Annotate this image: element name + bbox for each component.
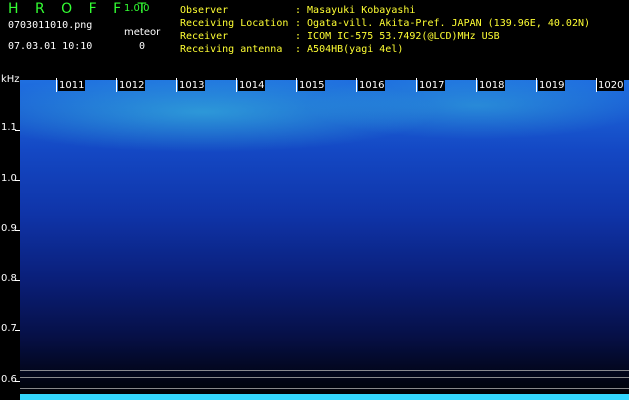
info-row-observer: Observer : Masayuki Kobayashi: [180, 4, 590, 17]
reference-line: [20, 370, 629, 371]
x-tick: [176, 78, 177, 92]
x-tick: [416, 78, 417, 92]
y-tick-label: 0.7: [1, 323, 17, 334]
x-tick-label: 1018: [478, 80, 506, 91]
info-value: : ICOM IC-575 53.7492(@LCD)MHz USB: [295, 31, 500, 42]
signal-baseline: [20, 394, 629, 400]
x-tick-label: 1011: [58, 80, 86, 91]
app-version: 1.0.0: [124, 3, 150, 14]
x-tick-label: 1020: [597, 80, 625, 91]
image-filename: 0703011010.png: [8, 20, 93, 31]
y-tick: [15, 381, 20, 382]
info-value: : Masayuki Kobayashi: [295, 5, 416, 16]
x-tick: [236, 78, 237, 92]
info-key: Receiving antenna: [180, 44, 283, 55]
y-tick: [15, 130, 20, 131]
info-key: Receiver: [180, 31, 229, 42]
info-row-receiver: Receiver : ICOM IC-575 53.7492(@LCD)MHz U…: [180, 30, 590, 43]
x-tick-label: 1015: [298, 80, 326, 91]
y-tick-label: 0.9: [1, 223, 17, 234]
y-axis-unit: kHz: [1, 74, 20, 85]
info-row-antenna: Receiving antenna : A504HB(yagi 4el): [180, 43, 590, 56]
info-key: Observer: [180, 5, 229, 16]
meteor-count: 0: [139, 41, 146, 52]
x-tick-label: 1013: [178, 80, 206, 91]
y-tick: [15, 180, 20, 181]
capture-datetime: 07.03.01 10:10: [8, 41, 93, 52]
reference-line: [20, 377, 629, 378]
header-panel: H R O F F T 1.0.0 0703011010.png meteor …: [0, 0, 629, 78]
info-row-location: Receiving Location : Ogata-vill. Akita-Pr…: [180, 17, 590, 30]
x-tick-label: 1016: [358, 80, 386, 91]
y-tick: [15, 330, 20, 331]
y-tick: [15, 230, 20, 231]
reference-line: [20, 388, 629, 389]
x-tick-label: 1012: [118, 80, 146, 91]
info-value: : A504HB(yagi 4el): [295, 44, 404, 55]
x-tick: [56, 78, 57, 92]
y-axis: kHz 1.1 1.0 0.9 0.8 0.7 0.6: [0, 70, 20, 400]
x-tick-label: 1019: [538, 80, 566, 91]
y-tick-label: 1.0: [1, 173, 17, 184]
y-tick-label: 1.1: [1, 122, 17, 133]
meteor-label: meteor: [124, 27, 161, 38]
info-key: Receiving Location: [180, 18, 289, 29]
x-tick-label: 1017: [418, 80, 446, 91]
x-tick: [356, 78, 357, 92]
y-tick: [15, 280, 20, 281]
x-tick: [296, 78, 297, 92]
x-tick: [476, 78, 477, 92]
station-info: Observer : Masayuki Kobayashi Receiving L…: [180, 4, 590, 56]
y-tick-label: 0.6: [1, 374, 17, 385]
x-tick-label: 1014: [238, 80, 266, 91]
info-value: : Ogata-vill. Akita-Pref. JAPAN (139.96E…: [295, 18, 591, 29]
spectrogram-area: [20, 80, 629, 400]
x-tick: [116, 78, 117, 92]
x-tick: [536, 78, 537, 92]
y-tick-label: 0.8: [1, 273, 17, 284]
x-tick: [596, 78, 597, 92]
